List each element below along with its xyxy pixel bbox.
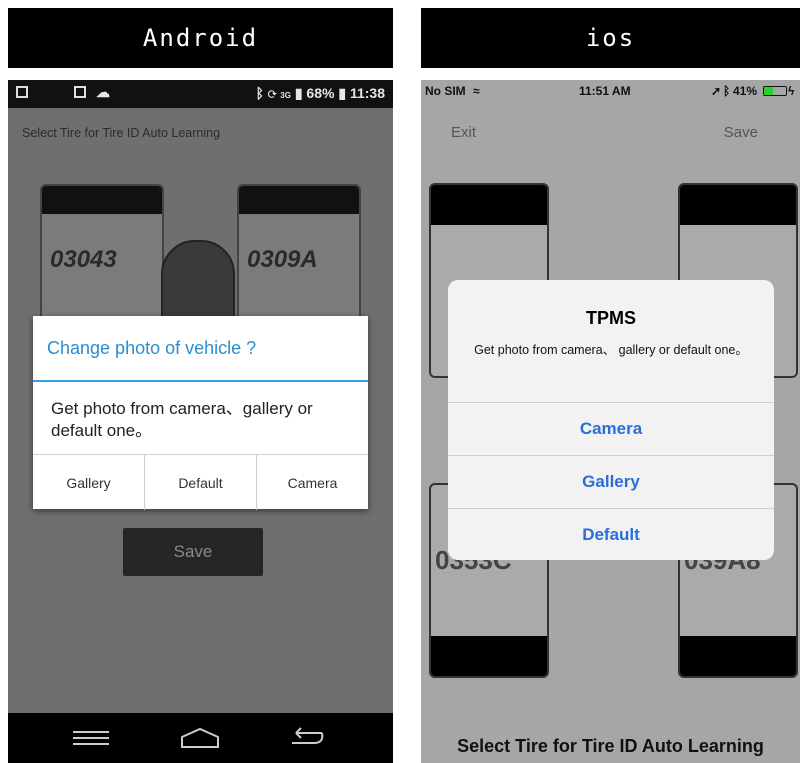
android-save-button[interactable]: Save (123, 528, 263, 576)
ios-alert-message: Get photo from camera、 gallery or defaul… (474, 343, 748, 357)
bluetooth-icon: ᛒ (723, 84, 731, 98)
image-icon (16, 86, 28, 98)
android-page-title: Select Tire for Tire ID Auto Learning (22, 126, 221, 140)
android-dialog-message: Get photo from camera、gallery or default… (51, 399, 313, 440)
ios-header: ios (421, 8, 800, 68)
camera-button[interactable]: Camera (448, 402, 774, 455)
android-screen: ☁ ᛒ ⟳ 3G ▮ 68% ▮ 11:38 Select Tire for T… (8, 80, 393, 763)
battery-percent: 68% (306, 85, 335, 101)
ios-alert: TPMS Get photo from camera、 gallery or d… (448, 280, 774, 560)
ios-time: 11:51 AM (579, 84, 631, 98)
android-status-right: ᛒ ⟳ 3G ▮ 68% ▮ 11:38 (256, 85, 385, 102)
tire-cap (431, 185, 547, 225)
dialog-divider (33, 380, 368, 382)
signal-icon: ▮ (294, 85, 303, 101)
android-status-bar: ☁ ᛒ ⟳ 3G ▮ 68% ▮ 11:38 (8, 80, 393, 108)
carrier-label: No SIM (425, 84, 466, 98)
ios-status-bar: No SIM ≈ 11:51 AM ➚ ᛒ 41% ϟ (421, 80, 800, 100)
network-type: 3G (280, 91, 291, 100)
bluetooth-icon: ᛒ (255, 85, 265, 101)
wifi-icon: ≈ (473, 84, 480, 98)
home-icon[interactable] (180, 727, 220, 749)
tire-cap (680, 636, 796, 676)
gallery-button[interactable]: Gallery (448, 455, 774, 508)
android-dialog-title: Change photo of vehicle ? (47, 338, 257, 358)
android-dialog-buttons: Gallery Default Camera (33, 454, 368, 510)
camera-button[interactable]: Camera (257, 455, 368, 510)
tire-cap (431, 636, 547, 676)
default-button[interactable]: Default (448, 508, 774, 560)
tire-cap (42, 186, 162, 214)
charging-icon: ϟ (788, 84, 795, 98)
battery-icon (763, 86, 787, 96)
battery-icon: ▮ (338, 85, 347, 101)
ios-alert-title: TPMS (585, 308, 636, 328)
tire-id: 0309A (247, 246, 318, 273)
android-time: 11:38 (349, 85, 385, 101)
menu-icon[interactable] (73, 730, 109, 746)
location-icon: ➚ (711, 84, 722, 98)
android-header: Android (8, 8, 393, 68)
ios-footer-title: Select Tire for Tire ID Auto Learning (457, 736, 764, 756)
message-icon (74, 86, 86, 98)
sync-icon: ⟳ (267, 85, 277, 101)
ios-battery-percent: 41% (733, 84, 758, 98)
exit-button[interactable]: Exit (451, 124, 476, 141)
gallery-button[interactable]: Gallery (33, 455, 145, 510)
ios-save-button[interactable]: Save (724, 124, 758, 141)
tire-id: 03043 (50, 246, 117, 273)
tire-cap (239, 186, 359, 214)
ios-screen: No SIM ≈ 11:51 AM ➚ ᛒ 41% ϟ Exit Save 03… (421, 80, 800, 763)
weather-icon: ☁ (96, 84, 110, 100)
back-icon[interactable] (288, 727, 326, 749)
default-button[interactable]: Default (145, 455, 257, 510)
tire-cap (680, 185, 796, 225)
android-dialog: Change photo of vehicle ? Get photo from… (33, 316, 368, 510)
android-nav-bar (8, 713, 393, 763)
